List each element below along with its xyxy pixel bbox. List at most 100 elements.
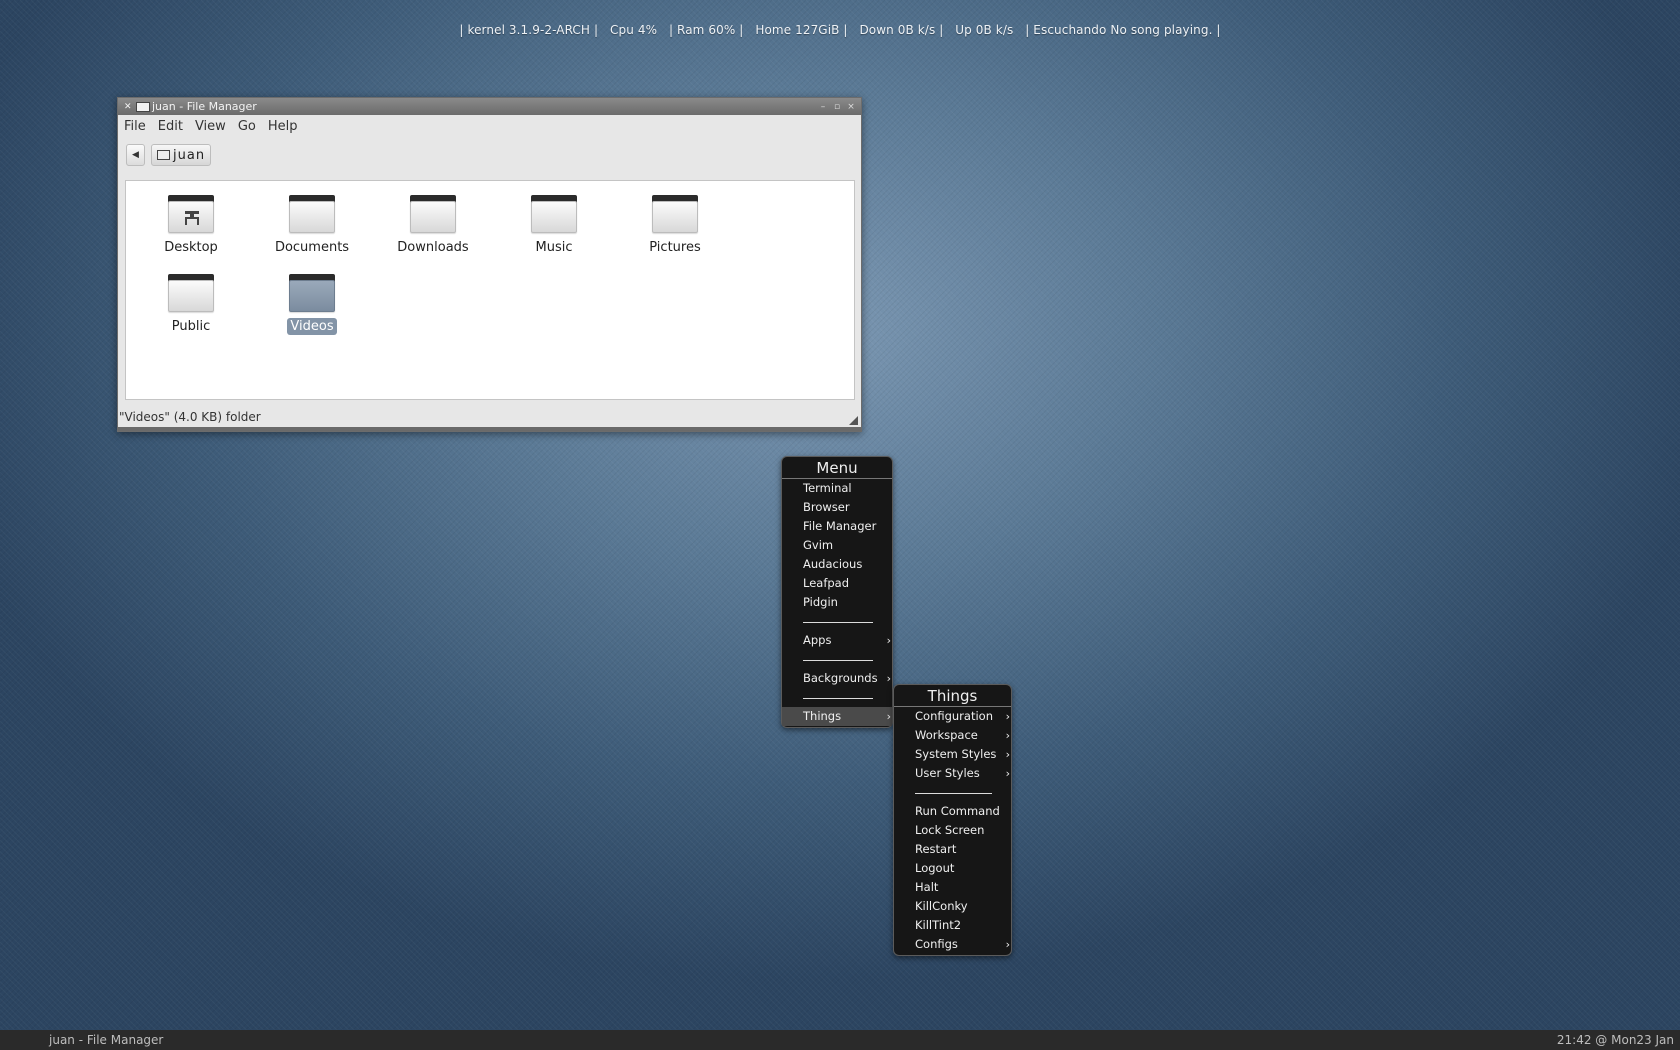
menu-file[interactable]: File — [124, 119, 146, 134]
menu-item-system-styles[interactable]: System Styles › — [894, 745, 1011, 764]
status-bar-text: "Videos" (4.0 KB) folder — [119, 410, 261, 424]
submenu-arrow-icon: › — [1005, 729, 1010, 742]
folder-label: Music — [535, 240, 573, 255]
back-button[interactable]: ◀ — [126, 144, 145, 166]
folder-icon — [289, 274, 335, 312]
submenu-arrow-icon: › — [886, 634, 891, 647]
folder-label: Desktop — [164, 240, 218, 255]
menu-item-things[interactable]: Things › — [782, 707, 892, 726]
menu-item-logout[interactable]: Logout — [894, 859, 1011, 878]
path-button-home[interactable]: juan — [151, 144, 212, 166]
menu-separator — [782, 688, 892, 707]
minimize-button[interactable]: – — [819, 102, 827, 111]
menu-separator — [782, 650, 892, 669]
submenu-arrow-icon: › — [886, 710, 891, 723]
menubar: File Edit View Go Help — [118, 115, 861, 137]
close-button[interactable]: × — [847, 102, 855, 111]
menu-item-configuration[interactable]: Configuration › — [894, 707, 1011, 726]
menu-item-terminal[interactable]: Terminal — [782, 479, 892, 498]
folder-item-pictures[interactable]: Pictures — [620, 195, 730, 255]
folder-icon — [531, 195, 577, 233]
things-menu-title: Things — [894, 685, 1011, 707]
conky-down: Down 0B k/s | — [859, 23, 944, 37]
folder-item-downloads[interactable]: Downloads — [378, 195, 488, 255]
folder-label: Downloads — [397, 240, 469, 255]
menu-separator — [894, 783, 1011, 802]
conky-home: Home 127GiB | — [755, 23, 848, 37]
file-manager-window: ✕ juan - File Manager – ▫ × File Edit Vi… — [117, 97, 862, 432]
window-titlebar[interactable]: ✕ juan - File Manager – ▫ × — [118, 98, 861, 115]
menu-help[interactable]: Help — [268, 119, 298, 134]
location-toolbar: ◀ juan — [118, 137, 861, 173]
folder-icon — [410, 195, 456, 233]
menu-item-run-command[interactable]: Run Command — [894, 802, 1011, 821]
menu-item-file-manager[interactable]: File Manager — [782, 517, 892, 536]
menu-item-apps[interactable]: Apps › — [782, 631, 892, 650]
folder-label: Documents — [274, 240, 350, 255]
menu-item-leafpad[interactable]: Leafpad — [782, 574, 892, 593]
menu-item-killconky[interactable]: KillConky — [894, 897, 1011, 916]
menu-item-label: User Styles — [915, 766, 980, 780]
menu-view[interactable]: View — [195, 119, 226, 134]
menu-item-label: Configuration — [915, 709, 993, 723]
submenu-arrow-icon: › — [1005, 767, 1010, 780]
folder-icon — [289, 195, 335, 233]
maximize-button[interactable]: ▫ — [833, 102, 841, 111]
bottom-panel: juan - File Manager 21:42 @ Mon23 Jan — [0, 1030, 1680, 1050]
folder-icon — [168, 274, 214, 312]
folder-item-music[interactable]: Music — [499, 195, 609, 255]
menu-item-configs[interactable]: Configs › — [894, 935, 1011, 954]
home-icon — [157, 150, 170, 160]
menu-item-label: Configs — [915, 937, 958, 951]
left-arrow-icon: ◀ — [132, 150, 139, 160]
resize-grip[interactable] — [849, 416, 858, 425]
pin-icon[interactable]: ✕ — [124, 102, 134, 112]
menu-item-label: Things — [803, 709, 842, 723]
panel-clock: 21:42 @ Mon23 Jan — [1556, 1033, 1674, 1047]
menu-item-restart[interactable]: Restart — [894, 840, 1011, 859]
folder-label: Pictures — [649, 240, 701, 255]
menu-item-label: Apps — [803, 633, 832, 647]
conky-status-bar: | kernel 3.1.9-2-ARCH | Cpu 4% | Ram 60%… — [0, 23, 1680, 37]
path-label: juan — [173, 147, 206, 163]
folder-item-public[interactable]: Public — [136, 274, 246, 334]
menu-item-workspace[interactable]: Workspace › — [894, 726, 1011, 745]
submenu-arrow-icon: › — [886, 672, 891, 685]
root-menu: Menu Terminal Browser File Manager Gvim … — [781, 456, 893, 728]
folder-label: Public — [171, 319, 211, 334]
submenu-arrow-icon: › — [1005, 710, 1010, 723]
menu-edit[interactable]: Edit — [158, 119, 183, 134]
folder-item-documents[interactable]: Documents — [257, 195, 367, 255]
conky-up: Up 0B k/s — [955, 23, 1014, 37]
menu-item-killtint2[interactable]: KillTint2 — [894, 916, 1011, 935]
selected-label-text: Videos — [287, 318, 337, 335]
folder-item-videos[interactable]: Videos — [257, 274, 367, 335]
folder-label-selected: Videos — [257, 318, 367, 335]
conky-cpu: Cpu 4% — [610, 23, 658, 37]
window-app-icon — [136, 101, 150, 112]
menu-item-backgrounds[interactable]: Backgrounds › — [782, 669, 892, 688]
window-title: juan - File Manager — [152, 100, 257, 113]
conky-ram: | Ram 60% | — [669, 23, 744, 37]
conky-listening: | Escuchando No song playing. | — [1025, 23, 1221, 37]
window-bottom-border — [118, 427, 861, 431]
menu-go[interactable]: Go — [238, 119, 256, 134]
folder-item-desktop[interactable]: Desktop — [136, 195, 246, 255]
menu-item-pidgin[interactable]: Pidgin — [782, 593, 892, 612]
menu-item-label: Backgrounds — [803, 671, 878, 685]
menu-item-halt[interactable]: Halt — [894, 878, 1011, 897]
submenu-arrow-icon: › — [1005, 938, 1010, 951]
menu-item-gvim[interactable]: Gvim — [782, 536, 892, 555]
conky-kernel: | kernel 3.1.9-2-ARCH | — [459, 23, 599, 37]
menu-item-browser[interactable]: Browser — [782, 498, 892, 517]
submenu-arrow-icon: › — [1005, 748, 1010, 761]
menu-item-label: System Styles — [915, 747, 997, 761]
menu-item-audacious[interactable]: Audacious — [782, 555, 892, 574]
things-submenu: Things Configuration › Workspace › Syste… — [893, 684, 1012, 956]
folder-icon — [652, 195, 698, 233]
taskbar-item-file-manager[interactable]: juan - File Manager — [49, 1033, 163, 1047]
menu-item-lock-screen[interactable]: Lock Screen — [894, 821, 1011, 840]
menu-separator — [782, 612, 892, 631]
file-view[interactable]: Desktop Documents Downloads Music Pictur… — [125, 180, 855, 400]
menu-item-user-styles[interactable]: User Styles › — [894, 764, 1011, 783]
